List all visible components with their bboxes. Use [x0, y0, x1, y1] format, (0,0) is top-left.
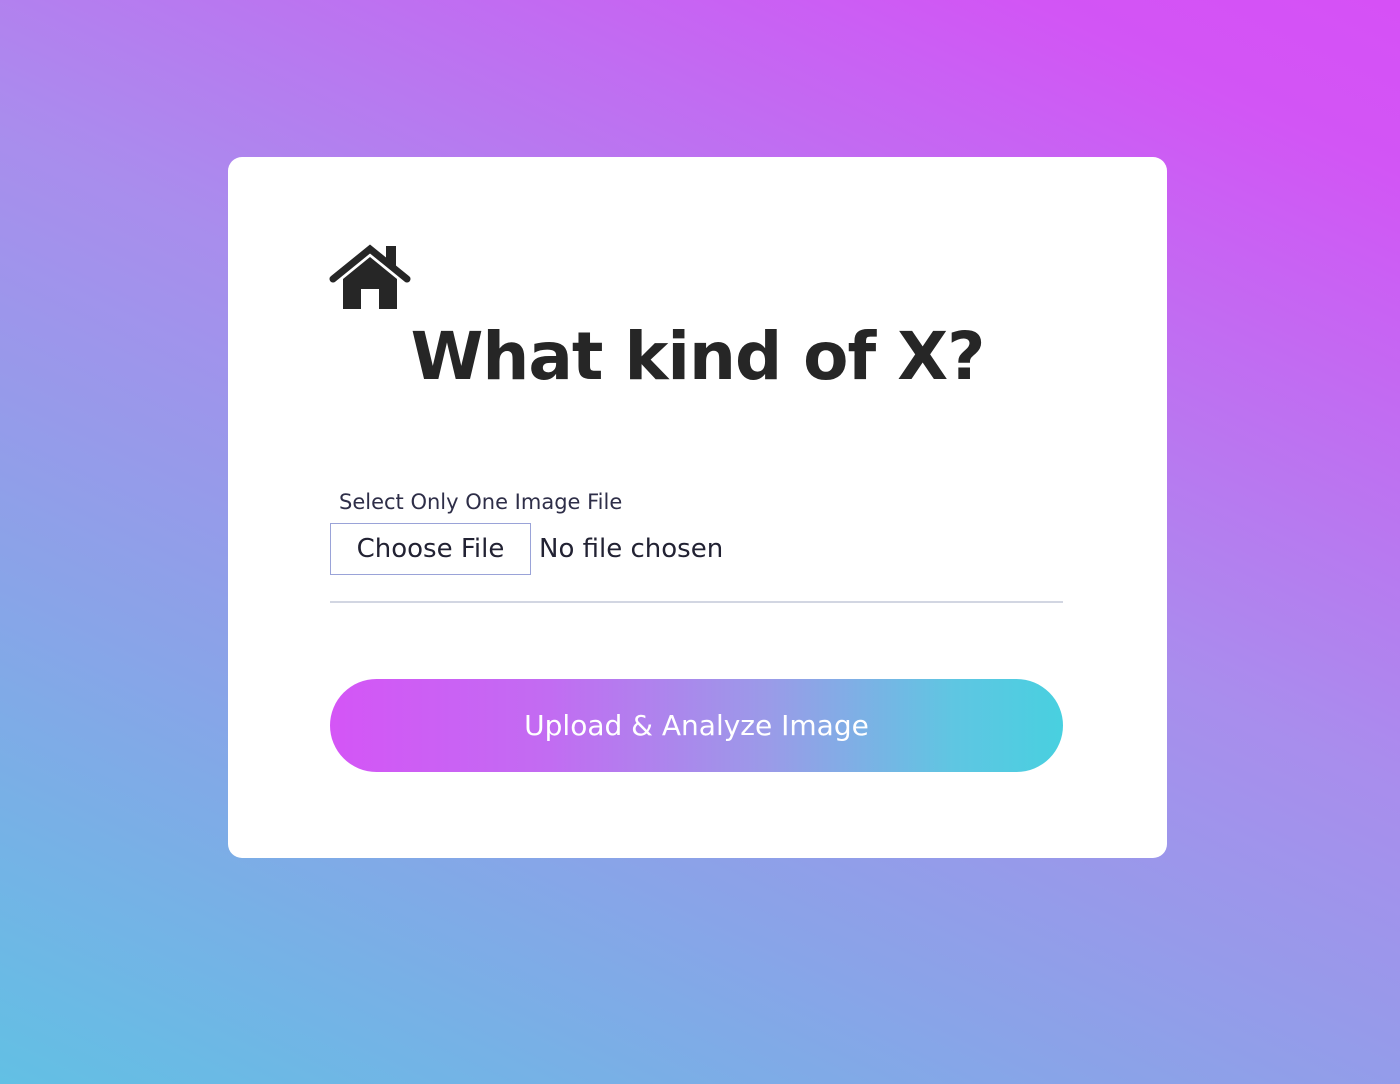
file-field-label: Select Only One Image File — [339, 490, 623, 514]
divider — [330, 601, 1063, 603]
file-input[interactable]: Choose File No file chosen — [330, 522, 723, 576]
upload-card: What kind of X? Select Only One Image Fi… — [228, 157, 1167, 858]
home-link[interactable] — [329, 243, 411, 311]
home-icon — [329, 244, 411, 309]
file-status-text: No file chosen — [539, 534, 724, 564]
page-title: What kind of X? — [410, 318, 986, 395]
upload-analyze-button[interactable]: Upload & Analyze Image — [330, 679, 1063, 772]
choose-file-button[interactable]: Choose File — [330, 523, 531, 575]
